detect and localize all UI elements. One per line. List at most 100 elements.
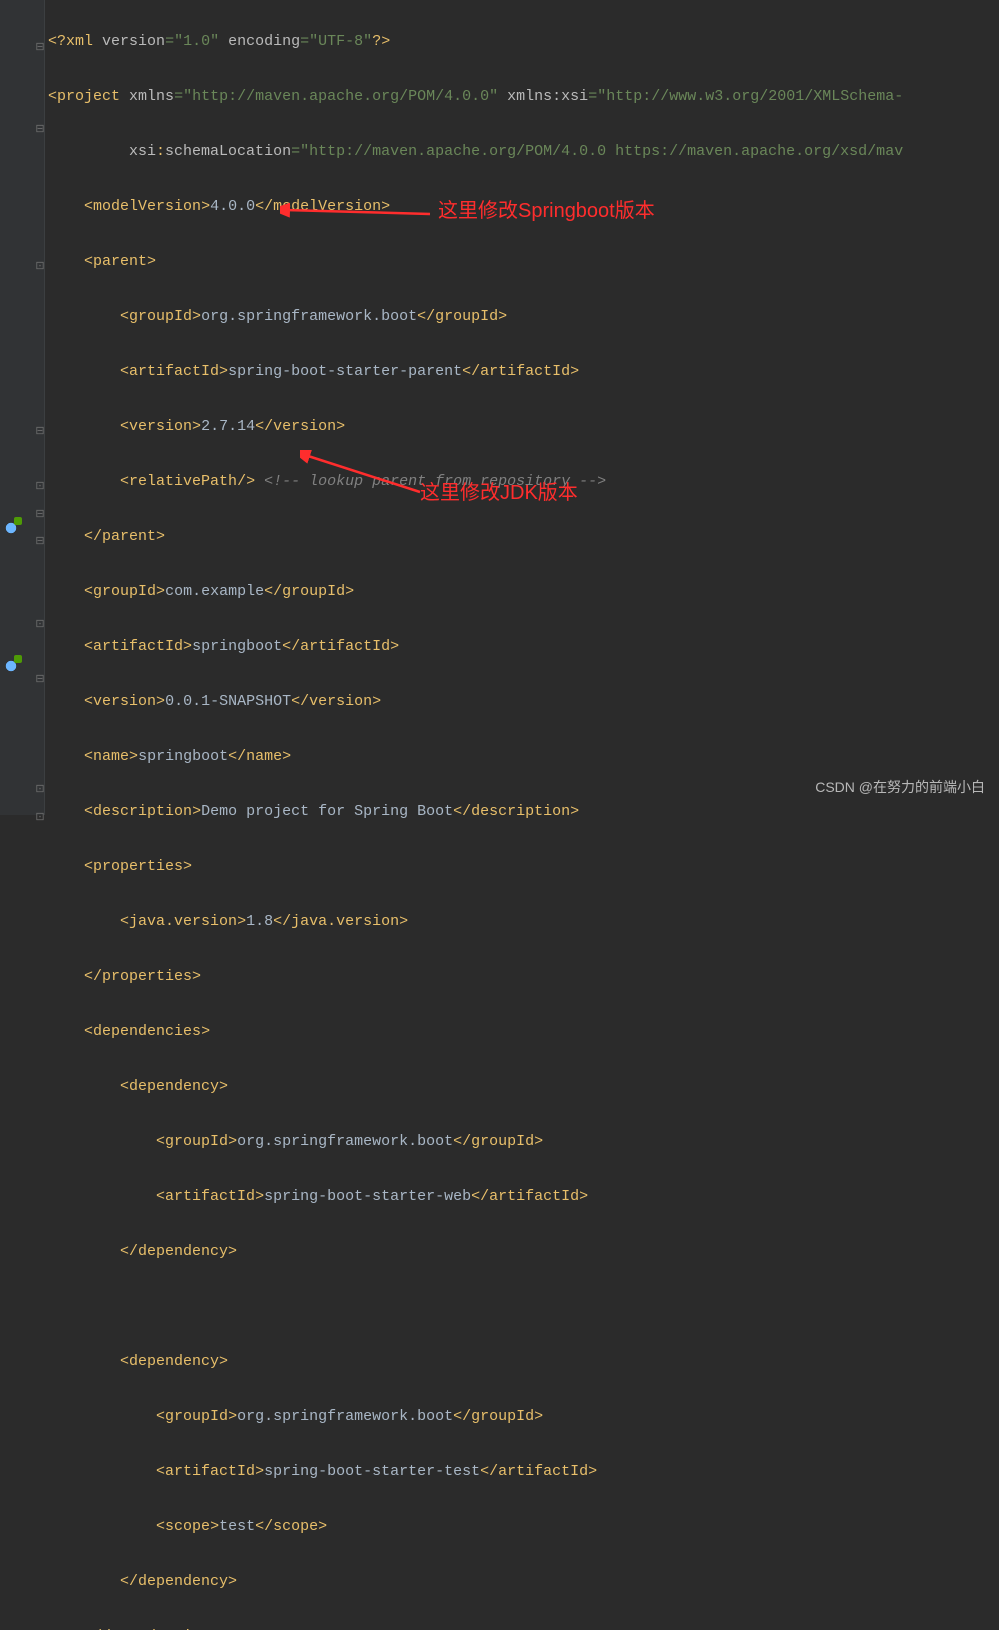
code-line[interactable]: <modelVersion>4.0.0</modelVersion> — [48, 193, 999, 221]
tag-close: version — [273, 418, 336, 435]
tag-dependencies: dependencies — [93, 1023, 201, 1040]
tag-close: description — [471, 803, 570, 820]
spring-boot-gutter-icon[interactable] — [2, 519, 20, 537]
attr-value: http://www.w3.org/2001/XMLSchema- — [606, 88, 903, 105]
tag-scope: scope — [165, 1518, 210, 1535]
tag-description: description — [93, 803, 192, 820]
code-line[interactable]: <name>springboot</name> — [48, 743, 999, 771]
code-line[interactable]: <relativePath/> <!-- lookup parent from … — [48, 468, 999, 496]
fold-toggle-icon[interactable]: ⊡ — [35, 805, 45, 815]
attr-name: schemaLocation — [165, 143, 291, 160]
tag-close: artifactId — [498, 1463, 588, 1480]
attr-name: xmlns — [129, 88, 174, 105]
code-line[interactable]: <artifactId>spring-boot-starter-test</ar… — [48, 1458, 999, 1486]
tag-artifactId: artifactId — [165, 1463, 255, 1480]
tag-close: artifactId — [300, 638, 390, 655]
code-line[interactable] — [48, 1293, 999, 1321]
code-editor[interactable]: <?xml version="1.0" encoding="UTF-8"?> <… — [48, 0, 999, 1630]
tag-close: scope — [273, 1518, 318, 1535]
text-value: springboot — [138, 748, 228, 765]
tag-dependency: dependency — [129, 1078, 219, 1095]
tag-close: java.version — [291, 913, 399, 930]
tag-close: parent — [102, 528, 156, 545]
code-line[interactable]: <dependencies> — [48, 1018, 999, 1046]
tag-close: groupId — [471, 1133, 534, 1150]
tag-close: properties — [102, 968, 192, 985]
csdn-watermark: CSDN @在努力的前端小白 — [815, 774, 985, 802]
text-value: spring-boot-starter-test — [264, 1463, 480, 1480]
tag-close: dependency — [138, 1573, 228, 1590]
tag-close: groupId — [435, 308, 498, 325]
tag-close: dependency — [138, 1243, 228, 1260]
code-line[interactable]: </dependency> — [48, 1568, 999, 1596]
fold-toggle-icon[interactable]: ⊟ — [35, 419, 45, 429]
tag-javaVersion: java.version — [129, 913, 237, 930]
attr-name: xsi — [129, 143, 156, 160]
attr-name: version — [102, 33, 165, 50]
code-line[interactable]: <java.version>1.8</java.version> — [48, 908, 999, 936]
fold-toggle-icon[interactable]: ⊟ — [35, 529, 45, 539]
code-line[interactable]: <groupId>org.springframework.boot</group… — [48, 1403, 999, 1431]
text-value: spring-boot-starter-parent — [228, 363, 462, 380]
code-line[interactable]: <parent> — [48, 248, 999, 276]
text-value: springboot — [192, 638, 282, 655]
code-line[interactable]: </properties> — [48, 963, 999, 991]
code-line[interactable]: <description>Demo project for Spring Boo… — [48, 798, 999, 826]
xml-comment: <!-- lookup parent from repository --> — [264, 473, 606, 490]
text-value: com.example — [165, 583, 264, 600]
fold-toggle-icon[interactable]: ⊡ — [35, 254, 45, 264]
tag-properties: properties — [93, 858, 183, 875]
fold-toggle-icon[interactable]: ⊟ — [35, 502, 45, 512]
tag-artifactId: artifactId — [93, 638, 183, 655]
attr-name: xmlns:xsi — [507, 88, 588, 105]
tag-name: name — [93, 748, 129, 765]
code-line[interactable]: </dependency> — [48, 1238, 999, 1266]
code-line[interactable]: <project xmlns="http://maven.apache.org/… — [48, 83, 999, 111]
tag-version: version — [129, 418, 192, 435]
code-line[interactable]: </parent> — [48, 523, 999, 551]
code-line[interactable]: </dependencies> — [48, 1623, 999, 1630]
tag-close: version — [309, 693, 372, 710]
code-line[interactable]: <groupId>org.springframework.boot</group… — [48, 303, 999, 331]
fold-column: ⊟ ⊟ ⊡ ⊟ ⊡ ⊟ ⊟ ⊡ ⊟ ⊡ ⊡ — [35, 0, 45, 815]
text-value: 1.8 — [246, 913, 273, 930]
attr-value: http://maven.apache.org/POM/4.0.0 — [192, 88, 489, 105]
text-value: 0.0.1-SNAPSHOT — [165, 693, 291, 710]
tag-groupId: groupId — [93, 583, 156, 600]
text-value: test — [219, 1518, 255, 1535]
tag-groupId: groupId — [165, 1408, 228, 1425]
code-line[interactable]: xsi:schemaLocation="http://maven.apache.… — [48, 138, 999, 166]
tag-close: groupId — [282, 583, 345, 600]
code-line[interactable]: <groupId>com.example</groupId> — [48, 578, 999, 606]
code-line[interactable]: <artifactId>springboot</artifactId> — [48, 633, 999, 661]
code-line[interactable]: <artifactId>spring-boot-starter-web</art… — [48, 1183, 999, 1211]
code-line[interactable]: <version>2.7.14</version> — [48, 413, 999, 441]
fold-toggle-icon[interactable]: ⊟ — [35, 117, 45, 127]
text-value: Demo project for Spring Boot — [201, 803, 453, 820]
fold-toggle-icon[interactable]: ⊡ — [35, 612, 45, 622]
code-line[interactable]: <dependency> — [48, 1073, 999, 1101]
code-line[interactable]: <groupId>org.springframework.boot</group… — [48, 1128, 999, 1156]
fold-toggle-icon[interactable]: ⊡ — [35, 777, 45, 787]
tag-dependency: dependency — [129, 1353, 219, 1370]
spring-boot-gutter-icon[interactable] — [2, 657, 20, 675]
code-line[interactable]: <properties> — [48, 853, 999, 881]
tag-groupId: groupId — [165, 1133, 228, 1150]
text-value: 2.7.14 — [201, 418, 255, 435]
code-line[interactable]: <scope>test</scope> — [48, 1513, 999, 1541]
code-line[interactable]: <version>0.0.1-SNAPSHOT</version> — [48, 688, 999, 716]
tag-version: version — [93, 693, 156, 710]
fold-toggle-icon[interactable]: ⊟ — [35, 667, 45, 677]
code-line[interactable]: <artifactId>spring-boot-starter-parent</… — [48, 358, 999, 386]
tag-project: project — [57, 88, 120, 105]
code-line[interactable]: <dependency> — [48, 1348, 999, 1376]
text-value: 4.0.0 — [210, 198, 255, 215]
tag-close: artifactId — [489, 1188, 579, 1205]
tag-modelVersion: modelVersion — [93, 198, 201, 215]
xml-pi: xml — [66, 33, 93, 50]
fold-toggle-icon[interactable]: ⊡ — [35, 474, 45, 484]
attr-name: encoding — [228, 33, 300, 50]
fold-toggle-icon[interactable]: ⊟ — [35, 35, 45, 45]
code-line[interactable]: <?xml version="1.0" encoding="UTF-8"?> — [48, 28, 999, 56]
tag-parent: parent — [93, 253, 147, 270]
